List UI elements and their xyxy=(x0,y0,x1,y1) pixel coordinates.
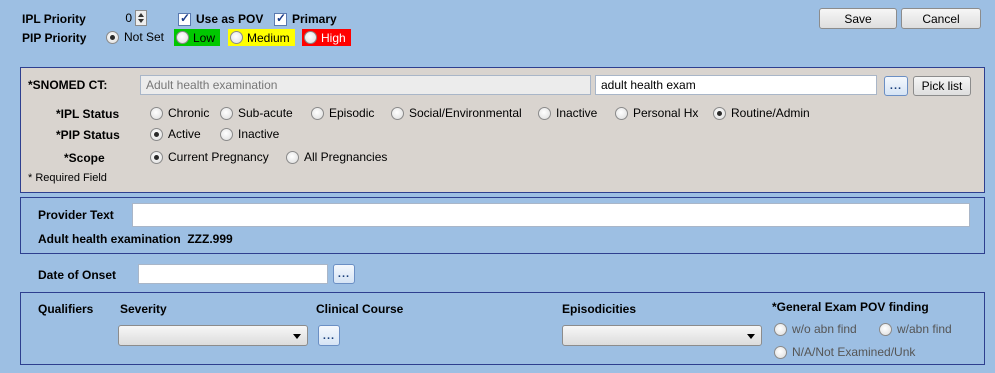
pip-status-options: Active Inactive xyxy=(150,127,279,141)
ipl-priority-label: IPL Priority xyxy=(22,12,86,26)
radio-icon xyxy=(150,106,163,120)
ipl-status-sub-acute[interactable]: Sub-acute xyxy=(220,106,311,120)
snomed-search-input[interactable]: adult health exam xyxy=(595,75,877,95)
pip-priority-medium[interactable]: Medium xyxy=(228,29,295,46)
radio-selected-icon xyxy=(106,30,119,44)
provider-text-label: Provider Text xyxy=(38,208,114,222)
episodicities-label: Episodicities xyxy=(562,302,637,316)
option-label: Social/Environmental xyxy=(409,106,522,120)
pip-status-label: *PIP Status xyxy=(56,128,120,142)
scope-all-pregnancies[interactable]: All Pregnancies xyxy=(286,150,387,164)
option-label: w/o abn find xyxy=(792,322,857,336)
ipl-priority-spinner[interactable] xyxy=(135,10,147,26)
option-label: All Pregnancies xyxy=(304,150,388,164)
chevron-down-icon xyxy=(293,334,301,339)
option-label: Episodic xyxy=(329,106,375,120)
ipl-status-episodic[interactable]: Episodic xyxy=(311,106,391,120)
option-label: w/abn find xyxy=(897,322,952,336)
radio-icon xyxy=(615,106,628,120)
option-label: Sub-acute xyxy=(238,106,293,120)
pip-not-set-label: Not Set xyxy=(124,30,165,44)
severity-dropdown[interactable] xyxy=(118,325,308,346)
option-label: Inactive xyxy=(556,106,598,120)
general-exam-na[interactable]: N/A/Not Examined/Unk xyxy=(774,345,915,359)
scope-current-pregnancy[interactable]: Current Pregnancy xyxy=(150,150,286,164)
snomed-label: *SNOMED CT: xyxy=(28,78,108,92)
date-of-onset-label: Date of Onset xyxy=(38,268,117,282)
radio-selected-icon xyxy=(713,106,726,120)
primary-checkbox[interactable]: Primary xyxy=(274,11,337,26)
radio-icon xyxy=(286,150,299,164)
radio-icon xyxy=(176,31,189,44)
pip-low-label: Low xyxy=(193,30,216,45)
ipl-status-chronic[interactable]: Chronic xyxy=(150,106,220,120)
option-label: Active xyxy=(168,127,201,141)
radio-icon xyxy=(304,31,317,44)
radio-icon xyxy=(220,127,233,141)
chevron-down-icon xyxy=(747,334,755,339)
use-as-pov-checkbox[interactable]: Use as POV xyxy=(178,11,264,26)
radio-icon xyxy=(391,106,404,120)
pip-priority-label: PIP Priority xyxy=(22,31,87,45)
snomed-browse-button[interactable]: ... xyxy=(884,76,908,96)
episodicities-dropdown[interactable] xyxy=(562,325,762,346)
pip-medium-label: Medium xyxy=(247,30,290,45)
radio-selected-icon xyxy=(150,127,163,141)
save-button[interactable]: Save xyxy=(819,8,897,29)
pip-status-active[interactable]: Active xyxy=(150,127,220,141)
ipl-status-label: *IPL Status xyxy=(56,107,120,121)
checkbox-checked-icon xyxy=(178,11,191,26)
use-as-pov-label: Use as POV xyxy=(196,12,264,26)
option-label: Inactive xyxy=(238,127,280,141)
cancel-button[interactable]: Cancel xyxy=(901,8,981,29)
pick-list-button[interactable]: Pick list xyxy=(913,76,971,96)
general-exam-label: *General Exam POV finding xyxy=(772,300,929,314)
option-label: Chronic xyxy=(168,106,210,120)
qualifiers-label: Qualifiers xyxy=(38,302,94,316)
ipl-status-personal-hx[interactable]: Personal Hx xyxy=(615,106,713,120)
severity-label: Severity xyxy=(120,302,167,316)
ipl-status-options: Chronic Sub-acute Episodic Social/Enviro… xyxy=(150,106,810,120)
radio-icon xyxy=(774,345,787,359)
primary-label: Primary xyxy=(292,12,337,26)
diagnosis-code-line: Adult health examination ZZZ.999 xyxy=(38,232,233,246)
pip-status-inactive[interactable]: Inactive xyxy=(220,127,279,141)
option-label: Current Pregnancy xyxy=(168,150,269,164)
scope-options: Current Pregnancy All Pregnancies xyxy=(150,150,387,164)
checkbox-checked-icon xyxy=(274,11,287,26)
ipl-status-social-environmental[interactable]: Social/Environmental xyxy=(391,106,538,120)
clinical-course-label: Clinical Course xyxy=(316,302,404,316)
radio-icon xyxy=(311,106,324,120)
ipl-status-routine-admin[interactable]: Routine/Admin xyxy=(713,106,810,120)
pip-priority-not-set[interactable]: Not Set xyxy=(106,30,164,44)
radio-selected-icon xyxy=(150,150,163,164)
ipl-priority-input[interactable]: 0 xyxy=(110,10,134,27)
option-label: Personal Hx xyxy=(633,106,699,120)
radio-icon xyxy=(774,322,787,336)
radio-icon xyxy=(230,31,243,44)
scope-label: *Scope xyxy=(64,151,105,165)
option-label: Routine/Admin xyxy=(731,106,810,120)
pip-high-label: High xyxy=(321,30,346,45)
option-label: N/A/Not Examined/Unk xyxy=(792,345,916,359)
radio-icon xyxy=(220,106,233,120)
general-exam-wo-abn[interactable]: w/o abn find xyxy=(774,322,857,336)
date-of-onset-input[interactable] xyxy=(138,264,328,284)
pip-priority-low[interactable]: Low xyxy=(174,29,221,46)
snomed-term-field: Adult health examination xyxy=(140,75,591,95)
pip-priority-high[interactable]: High xyxy=(302,29,351,46)
radio-icon xyxy=(538,106,551,120)
provider-text-input[interactable] xyxy=(132,203,970,227)
ipl-status-inactive[interactable]: Inactive xyxy=(538,106,615,120)
radio-icon xyxy=(879,322,892,336)
clinical-course-browse-button[interactable]: ... xyxy=(318,325,340,346)
required-field-note: * Required Field xyxy=(28,172,107,184)
date-of-onset-browse-button[interactable]: ... xyxy=(333,264,355,284)
general-exam-w-abn[interactable]: w/abn find xyxy=(879,322,952,336)
